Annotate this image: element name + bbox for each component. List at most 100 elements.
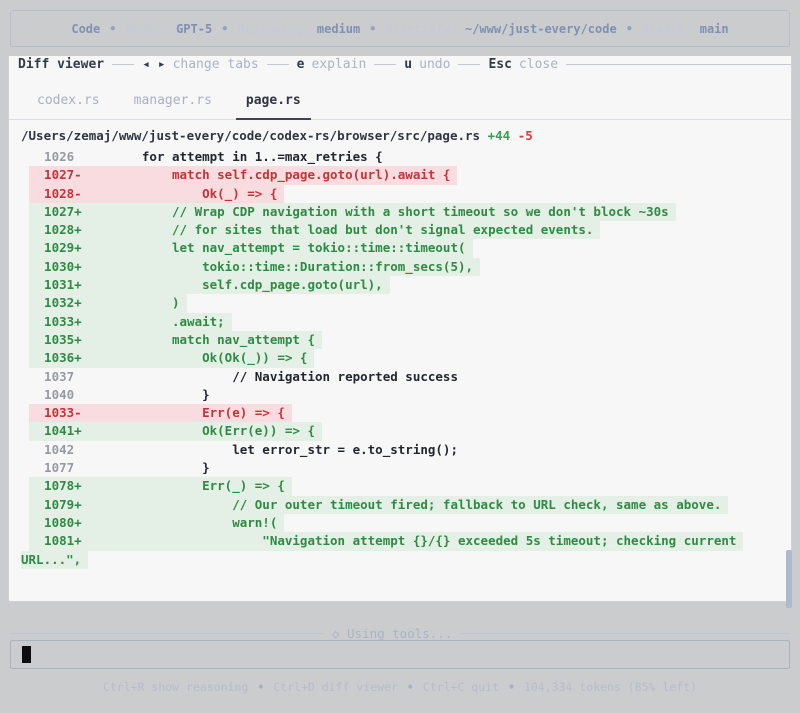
diff-line: 1078+ Err(_) => { <box>29 477 791 496</box>
divider-dash <box>266 64 289 65</box>
diff-line-band: 1027+ // Wrap CDP navigation with a shor… <box>29 202 676 222</box>
diff-line: 1028+ // for sites that load but don't s… <box>29 221 791 240</box>
line-number: 1035+ <box>29 331 82 347</box>
hint-key: u <box>404 57 413 72</box>
file-header: /Users/zemaj/www/just-every/code/codex-r… <box>9 127 791 145</box>
line-number: 1077 <box>29 460 82 476</box>
diff-line-band: 1040 } <box>29 386 217 404</box>
line-code: Err(e) => { <box>81 405 285 421</box>
diff-line: URL...", <box>21 550 791 569</box>
tab-manager-rs[interactable]: manager.rs <box>124 87 222 119</box>
divider-dash-trailing <box>566 64 791 65</box>
diff-line: 1080+ warn!( <box>29 513 791 533</box>
diff-tabs: codex.rs manager.rs page.rs <box>9 87 791 120</box>
line-number: 1030+ <box>29 258 82 274</box>
diff-line-band: 1037 // Navigation reported success <box>29 368 465 386</box>
diff-line: 1040 } <box>29 386 791 404</box>
hint-key: ◂ ▸ <box>142 57 166 72</box>
diff-line-band: 1078+ Err(_) => { <box>29 477 292 496</box>
diff-line: 1079+ // Our outer timeout fired; fallba… <box>29 495 791 514</box>
divider-dash <box>458 64 481 65</box>
diff-line: 1033+ .await; <box>29 312 791 331</box>
text-cursor <box>22 646 31 663</box>
line-number: 1042 <box>29 441 82 457</box>
bullet-icon: • <box>257 680 265 694</box>
diff-line-band: 1079+ // Our outer timeout fired; fallba… <box>29 495 729 514</box>
line-code: match self.cdp_page.goto(url).await { <box>81 167 451 183</box>
diff-line-band: 1031+ self.cdp_page.goto(url), <box>29 276 390 295</box>
token-usage: 104,334 tokens (85% left) <box>523 680 698 694</box>
reasoning-label: Reasoning: <box>237 21 317 36</box>
hint-label: change tabs <box>172 57 259 72</box>
diff-line-band: 1077 } <box>29 459 217 477</box>
footer-hint-ctrlc: Ctrl+C quit <box>422 680 500 694</box>
composer-input[interactable] <box>10 640 790 669</box>
diff-viewer-title-row: Diff viewer ◂ ▸ change tabs e explain u undo Es… <box>9 56 791 73</box>
line-code: // Navigation reported success <box>81 368 458 384</box>
hint-change-tabs: ◂ ▸ change tabs <box>142 57 259 72</box>
tools-status-label: Using tools... <box>347 625 453 641</box>
divider-line-left <box>10 632 324 634</box>
diff-line-band: 1080+ warn!( <box>29 513 285 533</box>
bullet-icon: • <box>508 680 515 694</box>
line-code: Ok(Ok(_)) => { <box>81 350 308 366</box>
diff-line-band: 1033- Err(e) => { <box>29 404 292 423</box>
diff-viewer-panel: Diff viewer ◂ ▸ change tabs e explain u undo Es… <box>8 56 792 608</box>
hint-undo: u undo <box>404 57 450 72</box>
divider-line-right <box>460 632 790 634</box>
divider-dash <box>112 64 135 65</box>
line-code: URL...", <box>21 551 82 567</box>
line-number: 1032+ <box>29 295 82 311</box>
diff-line-band: 1036+ Ok(Ok(_)) => { <box>29 349 315 368</box>
line-code: warn!( <box>81 514 278 530</box>
line-number: 1079+ <box>29 496 82 512</box>
line-code: tokio::time::Duration::from_secs(5), <box>81 258 474 274</box>
line-number: 1026 <box>29 149 82 164</box>
hint-key: Esc <box>488 57 512 72</box>
directory-value: ~/www/just-every/code <box>464 21 617 36</box>
hint-label: undo <box>419 57 451 72</box>
diff-line: 1081+ "Navigation attempt {}/{} exceeded… <box>29 532 791 551</box>
line-code: .await; <box>81 313 225 329</box>
line-code: Err(_) => { <box>81 478 285 494</box>
directory-label: Directory: <box>385 21 465 36</box>
line-code: // Our outer timeout fired; fallback to … <box>81 496 722 512</box>
footer-hint-ctrld: Ctrl+D diff viewer <box>273 680 398 694</box>
diff-line: 1027- match self.cdp_page.goto(url).awai… <box>29 166 791 185</box>
bullet-icon: • <box>369 21 377 36</box>
diff-line: 1041+ Ok(Err(e)) => { <box>29 422 791 441</box>
line-code: "Navigation attempt {}/{} exceeded 5s ti… <box>81 533 737 549</box>
diff-line: 1042 let error_str = e.to_string(); <box>29 441 791 459</box>
additions-badge: +44 <box>487 128 511 143</box>
line-code: Ok(Err(e)) => { <box>81 423 315 439</box>
tab-page-rs[interactable]: page.rs <box>235 87 311 120</box>
app-name: Code <box>71 21 101 36</box>
diff-line-band: 1041+ Ok(Err(e)) => { <box>29 422 322 441</box>
tab-codex-rs[interactable]: codex.rs <box>27 87 110 119</box>
bullet-icon: • <box>406 680 414 694</box>
line-code: // Wrap CDP navigation with a short time… <box>81 203 669 219</box>
hint-label: explain <box>311 57 367 72</box>
diff-line-band: URL...", <box>21 550 89 569</box>
line-number: 1081+ <box>29 533 82 549</box>
hint-label: close <box>518 57 559 72</box>
line-number: 1033+ <box>29 313 82 329</box>
diff-line: 1026 for attempt in 1..=max_retries { <box>29 148 791 166</box>
line-code: // for sites that load but don't signal … <box>81 222 594 238</box>
line-code: } <box>81 460 210 476</box>
branch-value: main <box>699 21 729 36</box>
deletions-badge: -5 <box>517 128 533 143</box>
diff-line-band: 1042 let error_str = e.to_string(); <box>29 441 465 459</box>
top-bar: Code • Model: GPT-5 • Reasoning: medium • Dire… <box>10 10 790 47</box>
line-number: 1033- <box>29 405 82 421</box>
line-number: 1031+ <box>29 277 82 293</box>
line-code: for attempt in 1..=max_retries { <box>81 149 383 164</box>
reasoning-value: medium <box>316 21 361 36</box>
hint-key: e <box>296 57 305 72</box>
scrollbar-thumb[interactable] <box>786 550 792 608</box>
line-number: 1036+ <box>29 350 82 366</box>
tools-divider: ◇ Using tools... <box>10 625 790 641</box>
line-number: 1028- <box>29 185 82 201</box>
diff-line-band: 1028+ // for sites that load but don't s… <box>29 221 601 240</box>
diff-line-band: 1032+ ) <box>29 294 187 313</box>
